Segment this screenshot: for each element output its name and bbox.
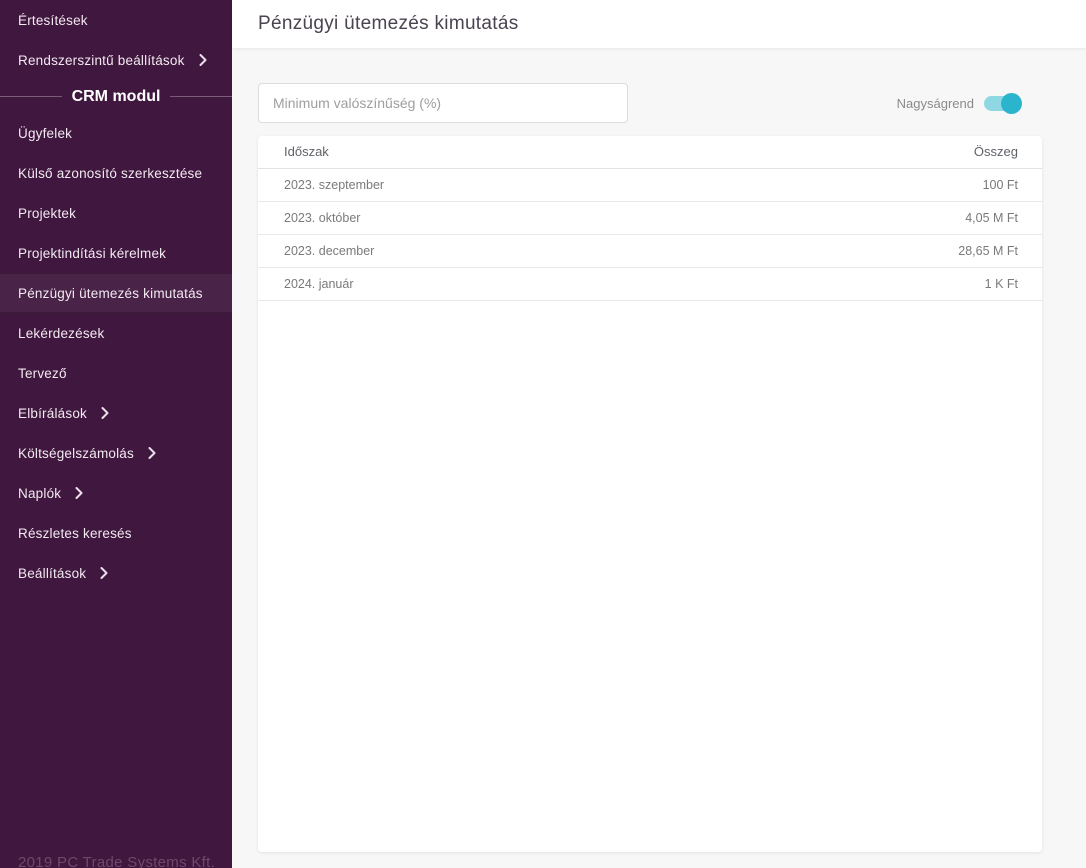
sidebar-item-label: Projektek: [18, 206, 76, 221]
sidebar-item-tervezo[interactable]: Tervező: [0, 353, 232, 393]
sidebar-item-label: Tervező: [18, 366, 67, 381]
sidebar-section-label: CRM modul: [72, 88, 161, 106]
sidebar-item-ugyfelek[interactable]: Ügyfelek: [0, 113, 232, 153]
column-header-amount: Összeg: [711, 136, 1042, 168]
table-row: 2023. szeptember 100 Ft: [258, 168, 1042, 201]
sidebar-item-beallitasok[interactable]: Beállítások: [0, 553, 232, 593]
period-cell: 2023. szeptember: [258, 168, 711, 201]
sidebar-item-label: Költségelszámolás: [18, 446, 134, 461]
sidebar-item-label: Értesítések: [18, 13, 88, 28]
sidebar-item-label: Projektindítási kérelmek: [18, 246, 166, 261]
table-row: 2023. december 28,65 M Ft: [258, 234, 1042, 267]
magnitude-toggle[interactable]: [984, 96, 1020, 111]
table-header-row: Időszak Összeg: [258, 136, 1042, 168]
sidebar: Értesítések Rendszerszintű beállítások C…: [0, 0, 232, 868]
app-window: Értesítések Rendszerszintű beállítások C…: [0, 0, 1086, 868]
chevron-right-icon: [101, 407, 109, 419]
table-row: 2024. január 1 K Ft: [258, 267, 1042, 300]
sidebar-item-label: Külső azonosító szerkesztése: [18, 166, 202, 181]
sidebar-item-projektek[interactable]: Projektek: [0, 193, 232, 233]
amount-cell: 100 Ft: [711, 168, 1042, 201]
sidebar-item-label: Lekérdezések: [18, 326, 104, 341]
sidebar-item-label: Beállítások: [18, 566, 86, 581]
sidebar-item-koltsegelszamolas[interactable]: Költségelszámolás: [0, 433, 232, 473]
sidebar-item-label: Ügyfelek: [18, 126, 72, 141]
sidebar-item-label: Részletes keresés: [18, 526, 132, 541]
sidebar-footer-copyright: 2019 PC Trade Systems Kft.: [18, 855, 215, 868]
sidebar-nav: Értesítések Rendszerszintű beállítások C…: [0, 0, 232, 593]
period-cell: 2023. október: [258, 201, 711, 234]
amount-cell: 28,65 M Ft: [711, 234, 1042, 267]
sidebar-item-penzugyi-utemezes-kimutatas[interactable]: Pénzügyi ütemezés kimutatás: [0, 273, 232, 313]
report-card: Időszak Összeg 2023. szeptember 100 Ft 2…: [258, 136, 1042, 852]
sidebar-item-rendszerszintu-beallitasok[interactable]: Rendszerszintű beállítások: [0, 40, 232, 80]
magnitude-toggle-group: Nagyságrend: [897, 96, 1020, 111]
sidebar-item-reszletes-kereses[interactable]: Részletes keresés: [0, 513, 232, 553]
sidebar-item-projektinditasi-kerelmek[interactable]: Projektindítási kérelmek: [0, 233, 232, 273]
sidebar-item-lekerdezesek[interactable]: Lekérdezések: [0, 313, 232, 353]
content-area: Nagyságrend Időszak Összeg: [232, 48, 1086, 852]
magnitude-toggle-label: Nagyságrend: [897, 96, 974, 111]
minimum-probability-input[interactable]: [258, 83, 628, 123]
sidebar-item-kulso-azonosito-szerkesztese[interactable]: Külső azonosító szerkesztése: [0, 153, 232, 193]
sidebar-item-elbiralasok[interactable]: Elbírálások: [0, 393, 232, 433]
sidebar-item-label: Pénzügyi ütemezés kimutatás: [18, 286, 203, 301]
page-title: Pénzügyi ütemezés kimutatás: [258, 13, 519, 35]
chevron-right-icon: [75, 487, 83, 499]
chevron-right-icon: [148, 447, 156, 459]
sidebar-section-header: CRM modul: [0, 80, 232, 113]
sidebar-item-naplok[interactable]: Naplók: [0, 473, 232, 513]
amount-cell: 1 K Ft: [711, 267, 1042, 300]
report-table: Időszak Összeg 2023. szeptember 100 Ft 2…: [258, 136, 1042, 301]
column-header-period: Időszak: [258, 136, 711, 168]
filter-row: Nagyságrend: [258, 83, 1042, 123]
sidebar-item-ertesitesek[interactable]: Értesítések: [0, 0, 232, 40]
chevron-right-icon: [199, 54, 207, 66]
topbar: Pénzügyi ütemezés kimutatás: [232, 0, 1086, 48]
sidebar-item-label: Elbírálások: [18, 406, 87, 421]
period-cell: 2023. december: [258, 234, 711, 267]
chevron-right-icon: [100, 567, 108, 579]
table-row: 2023. október 4,05 M Ft: [258, 201, 1042, 234]
sidebar-item-label: Naplók: [18, 486, 61, 501]
sidebar-item-label: Rendszerszintű beállítások: [18, 53, 185, 68]
period-cell: 2024. január: [258, 267, 711, 300]
toggle-knob: [1001, 93, 1022, 114]
amount-cell: 4,05 M Ft: [711, 201, 1042, 234]
main-area: Pénzügyi ütemezés kimutatás Nagyságrend …: [232, 0, 1086, 868]
